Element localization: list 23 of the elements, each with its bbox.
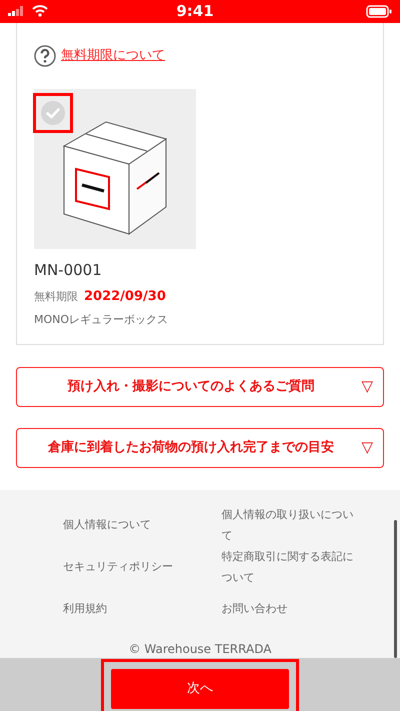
help-icon — [34, 44, 56, 66]
expiry-date: 2022/09/30 — [84, 288, 166, 306]
footer-link[interactable]: セキュリティポリシー — [63, 546, 202, 588]
help-link[interactable]: 無料期限について — [61, 46, 165, 66]
signal-icon — [8, 6, 24, 16]
copyright: © Warehouse TERRADA — [128, 640, 272, 658]
status-time: 9:41 — [175, 1, 215, 22]
faq-button[interactable]: 預け入れ・撮影についてのよくあるご質問 ▽ — [16, 366, 384, 406]
faq-button[interactable]: 倉庫に到着したお荷物の預け入れ完了までの目安 ▽ — [16, 428, 384, 468]
wifi-icon — [32, 5, 48, 18]
checkbox[interactable] — [40, 100, 66, 126]
footer-link[interactable]: 個人情報について — [63, 504, 202, 546]
footer-link[interactable]: 利用規約 — [63, 588, 202, 630]
caret-icon: ▽ — [361, 375, 373, 398]
item-id: MN-0001 — [34, 260, 103, 280]
next-button[interactable]: 次へ — [111, 669, 289, 709]
footer-link[interactable]: お問い合わせ — [222, 588, 360, 630]
footer-link[interactable]: 特定商取引に関する表記について — [222, 546, 360, 588]
expiry-label: 無料期限 — [34, 288, 78, 304]
box-type: MONOレギュラーボックス — [34, 312, 170, 328]
battery-icon — [366, 4, 392, 18]
caret-icon: ▽ — [361, 436, 373, 459]
footer-link[interactable]: 個人情報の取り扱いについて — [222, 504, 360, 546]
